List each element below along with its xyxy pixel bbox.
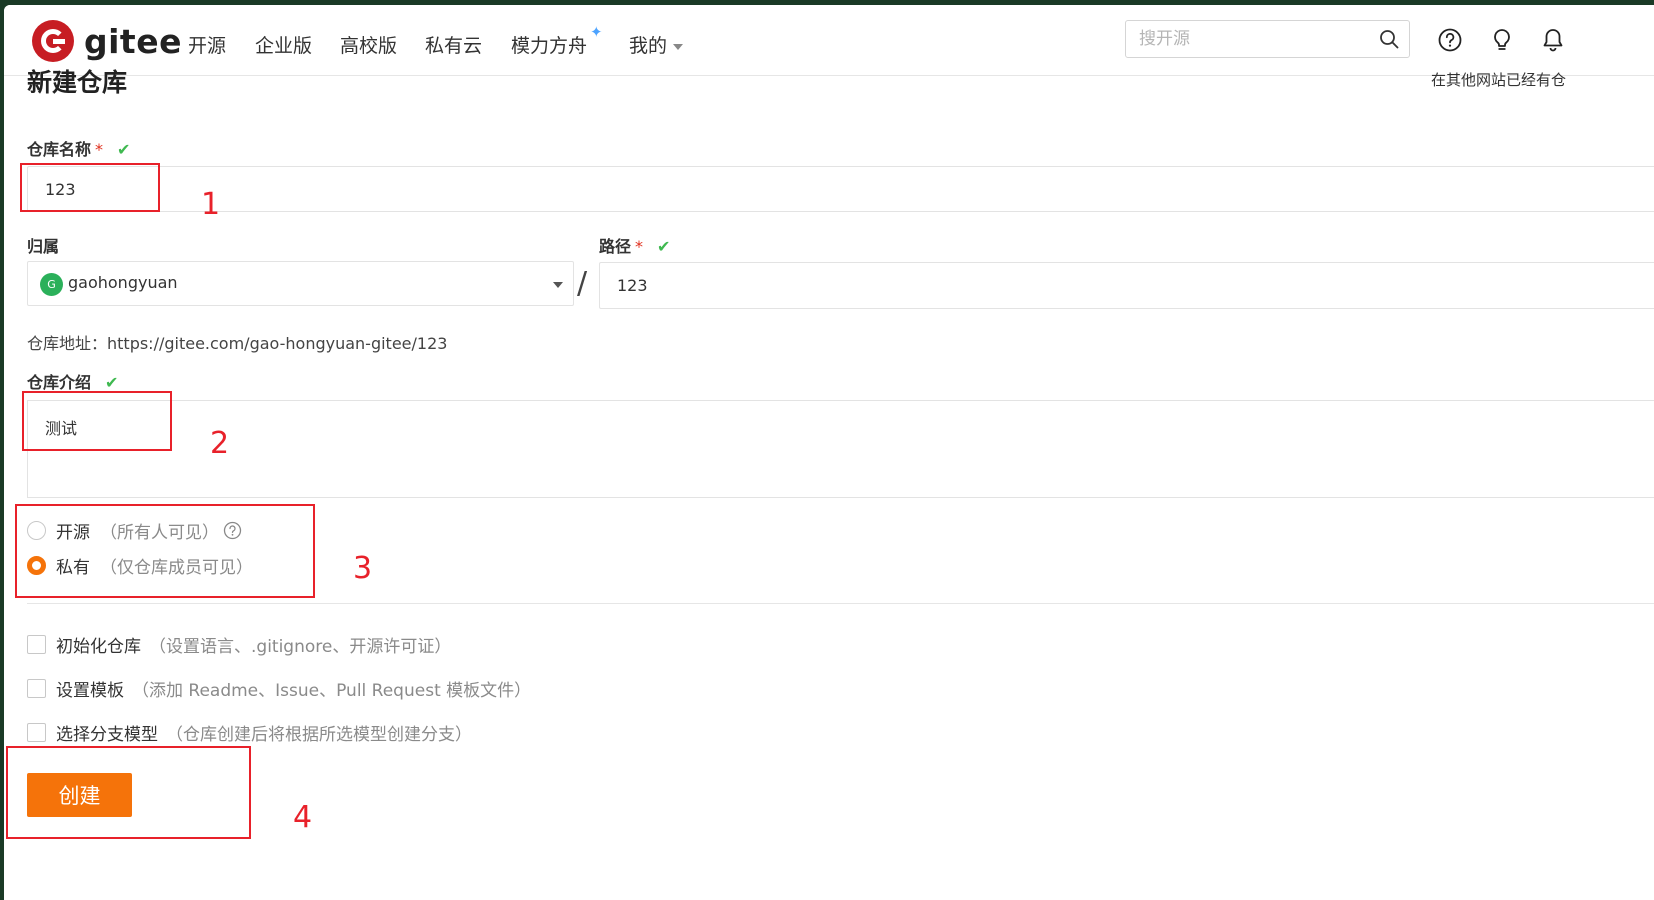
template-hint: （添加 Readme、Issue、Pull Request 模板文件）	[132, 680, 532, 701]
description-label: 仓库介绍 ✔	[27, 369, 118, 393]
owner-label: 归属	[27, 237, 60, 256]
browser-viewport: gitee 开源 企业版 高校版 私有云 模力方舟 ✦ 我的 搜开源 新建仓库 …	[4, 5, 1654, 900]
repo-name-label: 仓库名称 * ✔	[27, 136, 130, 160]
annotation-box-4	[6, 746, 251, 839]
annotation-box-2	[22, 391, 172, 451]
nav-open-source[interactable]: 开源	[188, 31, 226, 58]
annotation-number-3: 3	[353, 551, 373, 586]
owner-value: gaohongyuan	[68, 273, 178, 292]
bell-icon[interactable]	[1540, 27, 1566, 53]
annotation-box-1	[20, 163, 160, 212]
branch-model-hint: （仓库创建后将根据所选模型创建分支）	[166, 724, 472, 745]
gitee-logo[interactable]: gitee	[32, 17, 182, 65]
import-repo-hint[interactable]: 在其他网站已经有仓	[1431, 69, 1566, 90]
check-icon: ✔	[105, 373, 119, 392]
init-repo-label: 初始化仓库	[56, 636, 141, 657]
description-label-text: 仓库介绍	[27, 373, 92, 392]
path-input[interactable]	[599, 262, 1654, 309]
nav-moli-fangzhou[interactable]: 模力方舟	[511, 31, 587, 58]
annotation-box-3	[15, 504, 315, 598]
top-navbar: gitee 开源 企业版 高校版 私有云 模力方舟 ✦ 我的	[4, 5, 1654, 76]
template-label: 设置模板	[56, 680, 124, 701]
caret-down-icon	[553, 282, 563, 288]
init-repo-hint: （设置语言、.gitignore、开源许可证）	[149, 636, 452, 657]
init-repo-checkbox[interactable]	[27, 634, 46, 654]
branch-model-label: 选择分支模型	[56, 724, 158, 745]
annotation-number-1: 1	[201, 187, 221, 222]
path-label-text: 路径	[599, 237, 632, 256]
section-divider	[27, 603, 1654, 604]
path-label: 路径 * ✔	[599, 233, 670, 257]
nav-mine-label: 我的	[629, 35, 668, 57]
annotation-number-2: 2	[210, 426, 230, 461]
caret-down-icon	[673, 43, 684, 50]
branch-model-checkbox[interactable]	[27, 722, 46, 742]
nav-mine[interactable]: 我的	[629, 31, 684, 58]
search-icon[interactable]	[1379, 29, 1399, 49]
template-option[interactable]: 设置模板 （添加 Readme、Issue、Pull Request 模板文件）	[27, 676, 532, 701]
annotation-number-4: 4	[293, 800, 313, 835]
description-textarea[interactable]	[27, 400, 1654, 498]
repo-name-input[interactable]	[27, 166, 1654, 212]
avatar: G	[40, 273, 63, 296]
nav-private-cloud[interactable]: 私有云	[425, 31, 482, 58]
template-checkbox[interactable]	[27, 678, 46, 698]
gitee-logo-icon	[32, 20, 74, 62]
nav-education[interactable]: 高校版	[340, 31, 397, 58]
search-input[interactable]	[1126, 21, 1366, 57]
check-icon: ✔	[657, 237, 671, 256]
page-title: 新建仓库	[27, 68, 128, 97]
nav-enterprise[interactable]: 企业版	[255, 31, 312, 58]
check-icon: ✔	[117, 140, 131, 159]
help-circle-icon[interactable]	[1437, 27, 1463, 53]
logo-text: gitee	[84, 21, 182, 61]
lightbulb-icon[interactable]	[1489, 27, 1515, 53]
path-separator: /	[577, 266, 588, 301]
search-box	[1125, 20, 1410, 58]
owner-select[interactable]: G gaohongyuan	[27, 261, 574, 306]
sparkle-icon: ✦	[590, 23, 603, 41]
branch-model-option[interactable]: 选择分支模型 （仓库创建后将根据所选模型创建分支）	[27, 720, 472, 745]
required-mark: *	[635, 237, 644, 256]
repo-name-label-text: 仓库名称	[27, 140, 92, 159]
required-mark: *	[95, 140, 104, 159]
repo-url-text: 仓库地址：https://gitee.com/gao-hongyuan-gite…	[27, 334, 448, 353]
init-repo-option[interactable]: 初始化仓库 （设置语言、.gitignore、开源许可证）	[27, 632, 452, 657]
